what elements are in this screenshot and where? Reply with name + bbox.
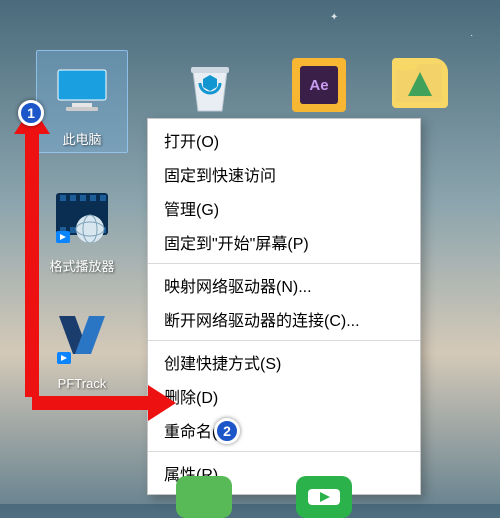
annotation-badge-2: 2 <box>214 418 240 444</box>
desktop-icon-pftrack[interactable]: PFTrack <box>36 302 128 391</box>
menu-item-pin-quick-access[interactable]: 固定到快速访问 <box>148 157 420 191</box>
menu-item-disconnect-drive[interactable]: 断开网络驱动器的连接(C)... <box>148 302 420 336</box>
desktop-icon-ae[interactable]: Ae <box>292 58 346 112</box>
pftrack-icon <box>42 302 122 372</box>
menu-item-manage[interactable]: 管理(G) <box>148 191 420 225</box>
menu-item-delete[interactable]: 删除(D) <box>148 379 420 413</box>
icon-label: PFTrack <box>36 376 128 391</box>
desktop-icon-folder[interactable] <box>392 58 448 108</box>
computer-icon <box>42 55 122 125</box>
menu-item-create-shortcut[interactable]: 创建快捷方式(S) <box>148 345 420 379</box>
annotation-arrow-1 <box>25 132 39 397</box>
menu-item-map-drive[interactable]: 映射网络驱动器(N)... <box>148 268 420 302</box>
recycle-bin-icon <box>170 54 250 124</box>
menu-separator <box>148 451 420 452</box>
annotation-badge-1: 1 <box>18 100 44 126</box>
folder-icon <box>392 58 448 108</box>
desktop-icon-partial[interactable] <box>176 476 232 518</box>
desktop-icon-player[interactable]: 格式播放器 <box>36 182 128 275</box>
menu-separator <box>148 263 420 264</box>
desktop-icon-this-pc[interactable]: 此电脑 <box>36 50 128 153</box>
icon-label: 格式播放器 <box>36 256 128 275</box>
icon-label: 此电脑 <box>37 129 127 148</box>
menu-item-open[interactable]: 打开(O) <box>148 123 420 157</box>
star-decoration: · <box>470 30 473 41</box>
menu-item-pin-start[interactable]: 固定到"开始"屏幕(P) <box>148 225 420 259</box>
after-effects-icon: Ae <box>300 66 338 104</box>
desktop-icon-recycle-bin[interactable] <box>170 54 242 128</box>
context-menu: 打开(O) 固定到快速访问 管理(G) 固定到"开始"屏幕(P) 映射网络驱动器… <box>147 118 421 495</box>
menu-separator <box>148 340 420 341</box>
iqiyi-icon <box>306 487 342 507</box>
video-player-icon <box>42 182 122 252</box>
star-decoration: ✦ <box>330 12 338 23</box>
menu-item-rename[interactable]: 重命名(M) <box>148 413 420 447</box>
annotation-arrow-2 <box>32 396 150 410</box>
desktop-icon-iqiyi[interactable] <box>296 476 352 518</box>
